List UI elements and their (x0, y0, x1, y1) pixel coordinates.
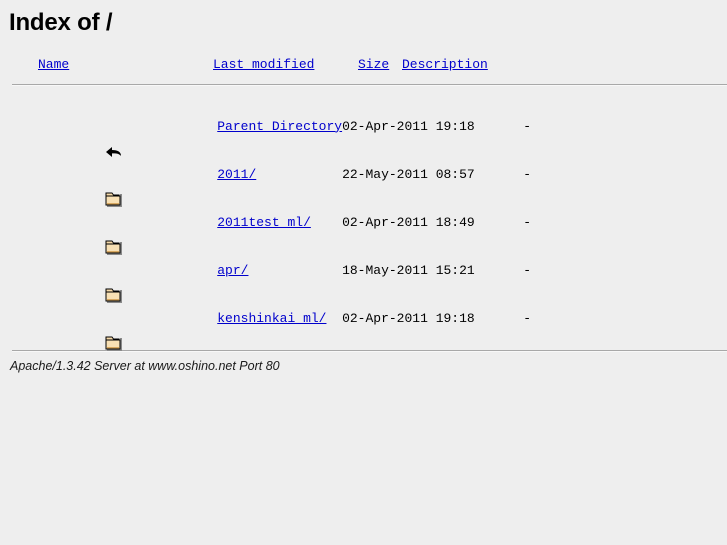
directory-link-2011test-ml[interactable]: 2011test_ml/ (217, 215, 311, 230)
table-spacer-row (10, 86, 667, 102)
index-entries-table: Parent Directory 02-Apr-2011 19:18 - 201… (10, 86, 667, 351)
row-size-cell: - (523, 118, 532, 134)
row-description-cell (547, 150, 667, 198)
folder-icon (104, 259, 124, 303)
table-row: Parent Directory 02-Apr-2011 19:18 - (10, 102, 667, 157)
row-size-cell: - (523, 262, 532, 278)
row-date-cell: 22-May-2011 08:57 (342, 166, 475, 182)
table-spacer-cell (10, 86, 667, 102)
folder-icon (104, 307, 124, 351)
row-name-cell: 2011test_ml/ (124, 198, 342, 246)
sort-by-size-link[interactable]: Size (358, 57, 389, 72)
row-date-cell: 02-Apr-2011 19:18 (342, 118, 475, 134)
back-arrow-icon (104, 115, 124, 157)
directory-listing: Name Last modified Size Description Pare… (6, 51, 727, 352)
directory-link-apr[interactable]: apr/ (217, 263, 248, 278)
row-name-cell: kenshinkai_ml/ (124, 294, 342, 342)
row-name-cell: Parent Directory (124, 102, 342, 150)
row-size-cell: - (523, 166, 532, 182)
directory-link-parent[interactable]: Parent Directory (217, 119, 342, 134)
row-date-cell: 02-Apr-2011 19:18 (342, 310, 475, 326)
row-size-cell: - (523, 214, 532, 230)
header-size: Size (358, 51, 402, 81)
table-header-row: Name Last modified Size Description (10, 51, 522, 81)
sort-by-date-link[interactable]: Last modified (213, 57, 314, 72)
header-description: Description (402, 51, 522, 81)
directory-link-2011[interactable]: 2011/ (217, 167, 256, 182)
row-name-cell: 2011/ (124, 150, 342, 198)
directory-index-page: Index of / Name Last modified Size Descr… (0, 0, 727, 545)
header-name: Name (38, 51, 213, 81)
row-name-cell: apr/ (124, 246, 342, 294)
row-description-cell (547, 246, 667, 294)
index-table: Name Last modified Size Description (10, 51, 522, 81)
row-date-cell: 02-Apr-2011 18:49 (342, 214, 475, 230)
sort-by-name-link[interactable]: Name (38, 57, 69, 72)
row-description-cell (547, 198, 667, 246)
row-size-cell: - (523, 310, 532, 326)
page-title: Index of / (9, 9, 113, 36)
folder-icon (104, 163, 124, 207)
sort-by-description-link[interactable]: Description (402, 57, 488, 72)
row-description-cell (547, 294, 667, 342)
directory-link-kenshinkai-ml[interactable]: kenshinkai_ml/ (217, 311, 326, 326)
row-date-cell: 18-May-2011 15:21 (342, 262, 475, 278)
header-icon-spacer (10, 51, 38, 81)
row-description-cell (547, 102, 667, 150)
folder-icon (104, 211, 124, 255)
header-last-modified: Last modified (213, 51, 358, 81)
row-icon-cell (10, 102, 124, 157)
